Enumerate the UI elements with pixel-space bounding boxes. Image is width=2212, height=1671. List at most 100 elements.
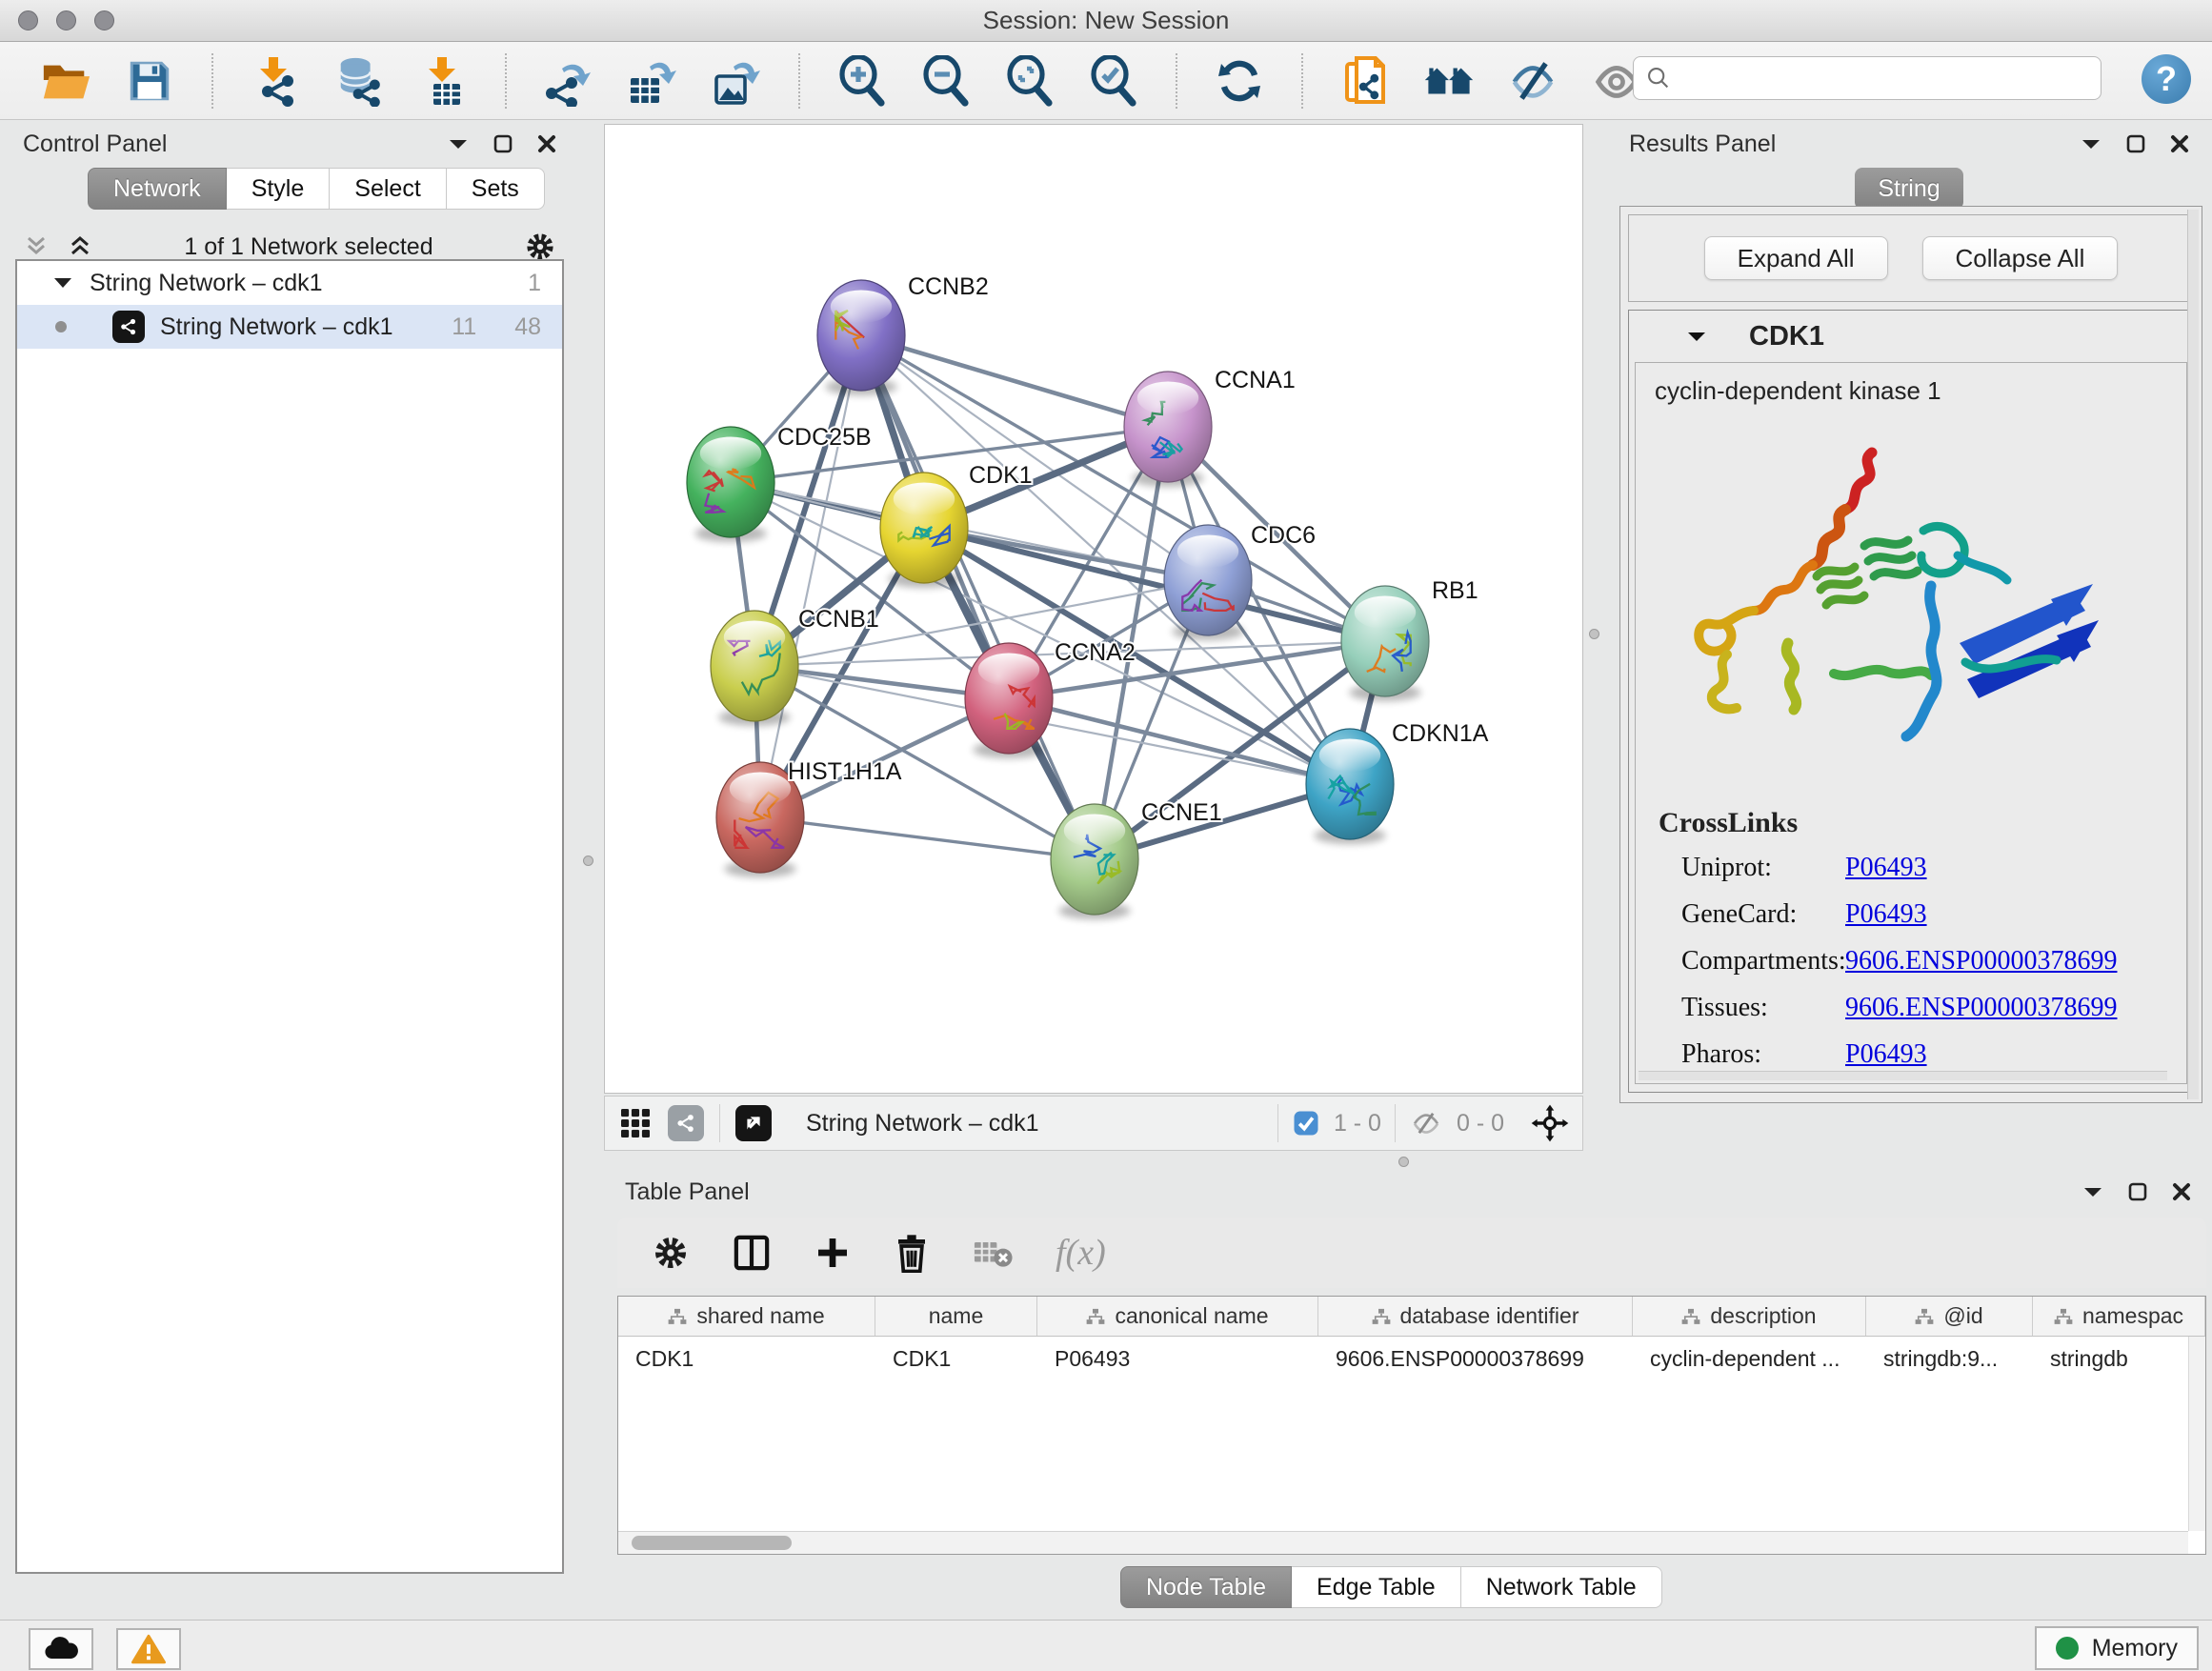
annotations-button[interactable]	[1339, 53, 1391, 109]
string-home-button[interactable]	[1423, 53, 1475, 109]
table-cell[interactable]: P06493	[1037, 1346, 1318, 1372]
collapse-all-icon[interactable]	[23, 234, 50, 259]
crosslink-link[interactable]: P06493	[1845, 853, 1927, 883]
protein-node-ccnb2[interactable]: CCNB2	[817, 273, 989, 395]
detach-view-button[interactable]	[735, 1105, 772, 1141]
tab-select[interactable]: Select	[330, 168, 446, 210]
network-row[interactable]: String Network – cdk1 11 48	[17, 305, 562, 349]
protein-node-ccna2[interactable]: CCNA2	[965, 639, 1136, 758]
network-collection-row[interactable]: String Network – cdk1 1	[17, 261, 562, 305]
panel-menu-icon[interactable]	[448, 137, 469, 151]
export-table-file-button[interactable]	[627, 53, 678, 109]
expand-all-icon[interactable]	[67, 234, 93, 259]
scrollbar-thumb[interactable]	[632, 1536, 792, 1550]
zoom-in-button[interactable]	[836, 53, 888, 109]
column-header-canonical-name[interactable]: canonical name	[1037, 1297, 1318, 1336]
table-vertical-scrollbar[interactable]	[2188, 1337, 2205, 1531]
gear-icon[interactable]	[524, 231, 556, 263]
warnings-button[interactable]	[116, 1628, 181, 1670]
tab-network-table[interactable]: Network Table	[1461, 1566, 1662, 1608]
protein-node-hist1h1a[interactable]: HIST1H1A	[716, 758, 902, 877]
search-input[interactable]	[1679, 65, 2101, 91]
crosslink-link[interactable]: P06493	[1845, 1039, 1927, 1070]
save-session-button[interactable]	[124, 53, 175, 109]
right-splitter-handle[interactable]	[1589, 629, 1599, 639]
export-image-file-button[interactable]	[711, 53, 762, 109]
import-network-file-button[interactable]	[250, 53, 301, 109]
protein-node-cdkn1a[interactable]: CDKN1A	[1306, 720, 1489, 844]
float-panel-icon[interactable]	[2126, 134, 2145, 153]
table-cell[interactable]: CDK1	[875, 1346, 1037, 1372]
function-builder-icon[interactable]: f(x)	[1056, 1232, 1106, 1274]
table-settings-gear-icon[interactable]	[652, 1234, 690, 1272]
crosslink-link[interactable]: P06493	[1845, 899, 1927, 930]
pan-crosshair-icon[interactable]	[1531, 1104, 1569, 1142]
node-table[interactable]: shared namenamecanonical namedatabase id…	[617, 1296, 2206, 1555]
protein-node-rb1[interactable]: RB1	[1341, 577, 1478, 701]
show-columns-icon[interactable]	[732, 1233, 772, 1273]
left-splitter-handle[interactable]	[583, 856, 593, 866]
import-network-database-button[interactable]	[333, 53, 385, 109]
column-header--id[interactable]: @id	[1866, 1297, 2033, 1336]
protein-node-ccne1[interactable]: CCNE1	[1051, 799, 1222, 919]
column-header-description[interactable]: description	[1633, 1297, 1866, 1336]
delete-column-trash-icon[interactable]	[894, 1233, 930, 1273]
table-cell[interactable]: stringdb:9...	[1866, 1346, 2033, 1372]
collapse-all-button[interactable]: Collapse All	[1922, 236, 2119, 280]
table-cell[interactable]: 9606.ENSP00000378699	[1318, 1346, 1633, 1372]
protein-node-ccnb1[interactable]: CCNB1	[711, 606, 879, 726]
expand-all-button[interactable]: Expand All	[1704, 236, 1888, 280]
column-header-shared-name[interactable]: shared name	[618, 1297, 875, 1336]
close-panel-icon[interactable]	[2170, 134, 2189, 153]
float-panel-icon[interactable]	[493, 134, 513, 153]
results-horizontal-scrollbar[interactable]	[1639, 1071, 2167, 1080]
panel-menu-icon[interactable]	[2082, 1185, 2103, 1198]
delete-table-icon[interactable]	[972, 1237, 1014, 1269]
results-vertical-scrollbar[interactable]	[2187, 210, 2199, 1099]
cloud-status-button[interactable]	[29, 1628, 93, 1670]
protein-node-cdc25b[interactable]: CDC25B	[687, 424, 872, 542]
network-canvas[interactable]: CCNB2CCNA1CDC25BCDK1CDC6RB1CCNB1CCNA2CDK…	[604, 124, 1583, 1094]
import-table-file-button[interactable]	[417, 53, 469, 109]
entry-collapse-icon[interactable]	[1686, 330, 1707, 343]
tab-style[interactable]: Style	[227, 168, 331, 210]
float-panel-icon[interactable]	[2128, 1182, 2147, 1201]
close-panel-icon[interactable]	[537, 134, 556, 153]
column-header-namespac[interactable]: namespac	[2033, 1297, 2205, 1336]
tab-sets[interactable]: Sets	[447, 168, 545, 210]
table-cell[interactable]: CDK1	[618, 1346, 875, 1372]
tab-string-results[interactable]: String	[1855, 168, 1962, 210]
table-horizontal-scrollbar[interactable]	[618, 1531, 2188, 1554]
close-panel-icon[interactable]	[2172, 1182, 2191, 1201]
protein-node-cdc6[interactable]: CDC6	[1164, 522, 1316, 640]
crosslink-link[interactable]: 9606.ENSP00000378699	[1845, 993, 2117, 1023]
tab-node-table[interactable]: Node Table	[1120, 1566, 1292, 1608]
tab-edge-table[interactable]: Edge Table	[1292, 1566, 1461, 1608]
help-button[interactable]: ?	[2142, 54, 2191, 104]
grid-view-icon[interactable]	[618, 1106, 653, 1140]
network-view-string-icon[interactable]	[668, 1105, 704, 1141]
toolbar-search[interactable]	[1633, 56, 2101, 100]
refresh-view-button[interactable]	[1214, 53, 1265, 109]
export-network-file-button[interactable]	[543, 53, 594, 109]
open-session-button[interactable]	[40, 53, 91, 109]
tree-expand-icon[interactable]	[53, 276, 72, 290]
string-network-graph[interactable]: CCNB2CCNA1CDC25BCDK1CDC6RB1CCNB1CCNA2CDK…	[605, 125, 1582, 1093]
network-edge[interactable]	[924, 528, 1385, 641]
table-cell[interactable]: cyclin-dependent ...	[1633, 1346, 1866, 1372]
network-edge[interactable]	[760, 817, 1095, 859]
table-row[interactable]: CDK1CDK1P064939606.ENSP00000378699cyclin…	[618, 1337, 2205, 1380]
memory-button[interactable]: Memory	[2035, 1626, 2199, 1670]
hide-selected-button[interactable]	[1507, 53, 1558, 109]
network-edge[interactable]	[760, 335, 861, 817]
panel-menu-icon[interactable]	[2081, 137, 2101, 151]
table-cell[interactable]: stringdb	[2033, 1346, 2205, 1372]
network-edge[interactable]	[861, 335, 1168, 427]
node-result-header[interactable]: CDK1	[1629, 311, 2193, 362]
column-header-name[interactable]: name	[875, 1297, 1037, 1336]
bottom-splitter-handle[interactable]	[1398, 1157, 1409, 1167]
column-header-database-identifier[interactable]: database identifier	[1318, 1297, 1633, 1336]
zoom-out-button[interactable]	[920, 53, 972, 109]
zoom-fit-button[interactable]	[1004, 53, 1056, 109]
add-column-icon[interactable]	[814, 1234, 852, 1272]
